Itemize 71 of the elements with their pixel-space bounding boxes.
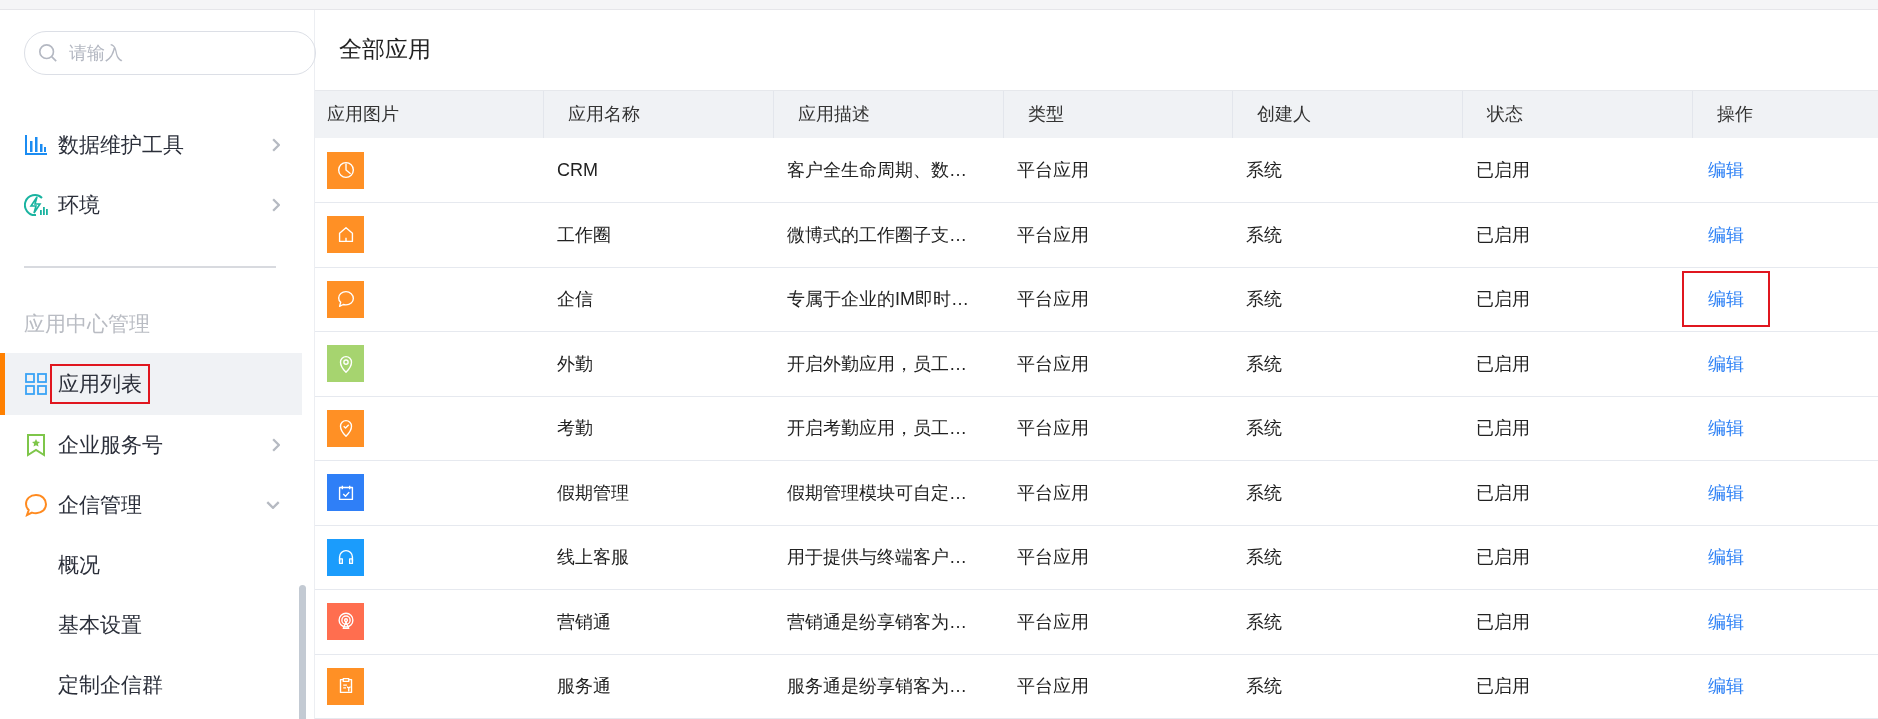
table-cell: 平台应用 [1003,331,1232,396]
column-header: 应用图片 [315,90,543,138]
table-cell: 已启用 [1462,654,1692,719]
table-cell: 服务通是纷享销客为… [773,654,1003,719]
table-cell: 工作圈 [543,202,773,267]
column-header: 操作 [1692,90,1878,138]
table-cell: 系统 [1232,589,1462,654]
sidebar-item[interactable]: 概况 [0,535,302,595]
column-header: 应用描述 [773,90,1003,138]
table-cell: 平台应用 [1003,654,1232,719]
table-cell: 已启用 [1462,460,1692,525]
sidebar-item[interactable]: 企信管理 [0,475,302,535]
table-cell: 已启用 [1462,202,1692,267]
column-header: 应用名称 [543,90,773,138]
grid-icon [24,372,48,396]
table-cell: 企信 [543,267,773,332]
table-cell: 系统 [1232,331,1462,396]
table-cell: 平台应用 [1003,525,1232,590]
table-cell: 已启用 [1462,331,1692,396]
table-cell: 平台应用 [1003,589,1232,654]
column-header: 状态 [1462,90,1692,138]
table-cell: 已启用 [1462,267,1692,332]
table-cell: 已启用 [1462,396,1692,461]
search-icon [38,43,58,63]
table-cell: 系统 [1232,138,1462,203]
table-cell: 外勤 [543,331,773,396]
sidebar-item[interactable]: 应用列表 [0,353,302,415]
table-cell: 服务通 [543,654,773,719]
table-cell: 考勤 [543,396,773,461]
table-cell: 已启用 [1462,589,1692,654]
sidebar-item[interactable]: 环境 [0,175,302,235]
column-header: 类型 [1003,90,1232,138]
table-cell: 系统 [1232,396,1462,461]
section-heading: 应用中心管理 [23,311,151,337]
lightning-circle-icon [24,193,48,217]
table-cell: 微博式的工作圈子支… [773,202,1003,267]
table-cell: 平台应用 [1003,202,1232,267]
column-header: 创建人 [1232,90,1462,138]
table-cell: 已启用 [1462,525,1692,590]
sidebar-item[interactable]: 基本设置 [0,595,302,655]
table-cell: 营销通 [543,589,773,654]
table-cell: 系统 [1232,525,1462,590]
chat-bubble-icon [24,493,48,517]
table-cell: 已启用 [1462,138,1692,203]
scrollbar[interactable] [299,585,306,719]
sidebar-item[interactable]: 数据维护工具 [0,115,302,175]
table-cell: 平台应用 [1003,267,1232,332]
sidebar-item[interactable]: 定制企信群 [0,655,302,715]
table-cell: 平台应用 [1003,396,1232,461]
table-cell: 开启考勤应用，员工… [773,396,1003,461]
table-cell: 假期管理模块可自定… [773,460,1003,525]
bookmark-star-icon [24,433,48,457]
table-cell: 用于提供与终端客户… [773,525,1003,590]
table-cell: CRM [543,138,773,203]
table-cell: 系统 [1232,202,1462,267]
table-cell: 系统 [1232,267,1462,332]
table-cell: 客户全生命周期、数… [773,138,1003,203]
table-cell: 假期管理 [543,460,773,525]
edit-link[interactable]: 编辑 [1682,271,1770,328]
sidebar-item[interactable]: 企业服务号 [0,415,302,475]
table-cell: 平台应用 [1003,138,1232,203]
page-title: 全部应用 [338,35,432,65]
table-cell: 平台应用 [1003,460,1232,525]
table-cell: 营销通是纷享销客为… [773,589,1003,654]
table-cell: 系统 [1232,460,1462,525]
table-cell: 专属于企业的IM即时… [773,267,1003,332]
table-cell: 系统 [1232,654,1462,719]
table-cell: 线上客服 [543,525,773,590]
bar-chart-icon [24,133,48,157]
table-cell: 开启外勤应用，员工… [773,331,1003,396]
search-field[interactable]: 请输入 [24,31,316,75]
